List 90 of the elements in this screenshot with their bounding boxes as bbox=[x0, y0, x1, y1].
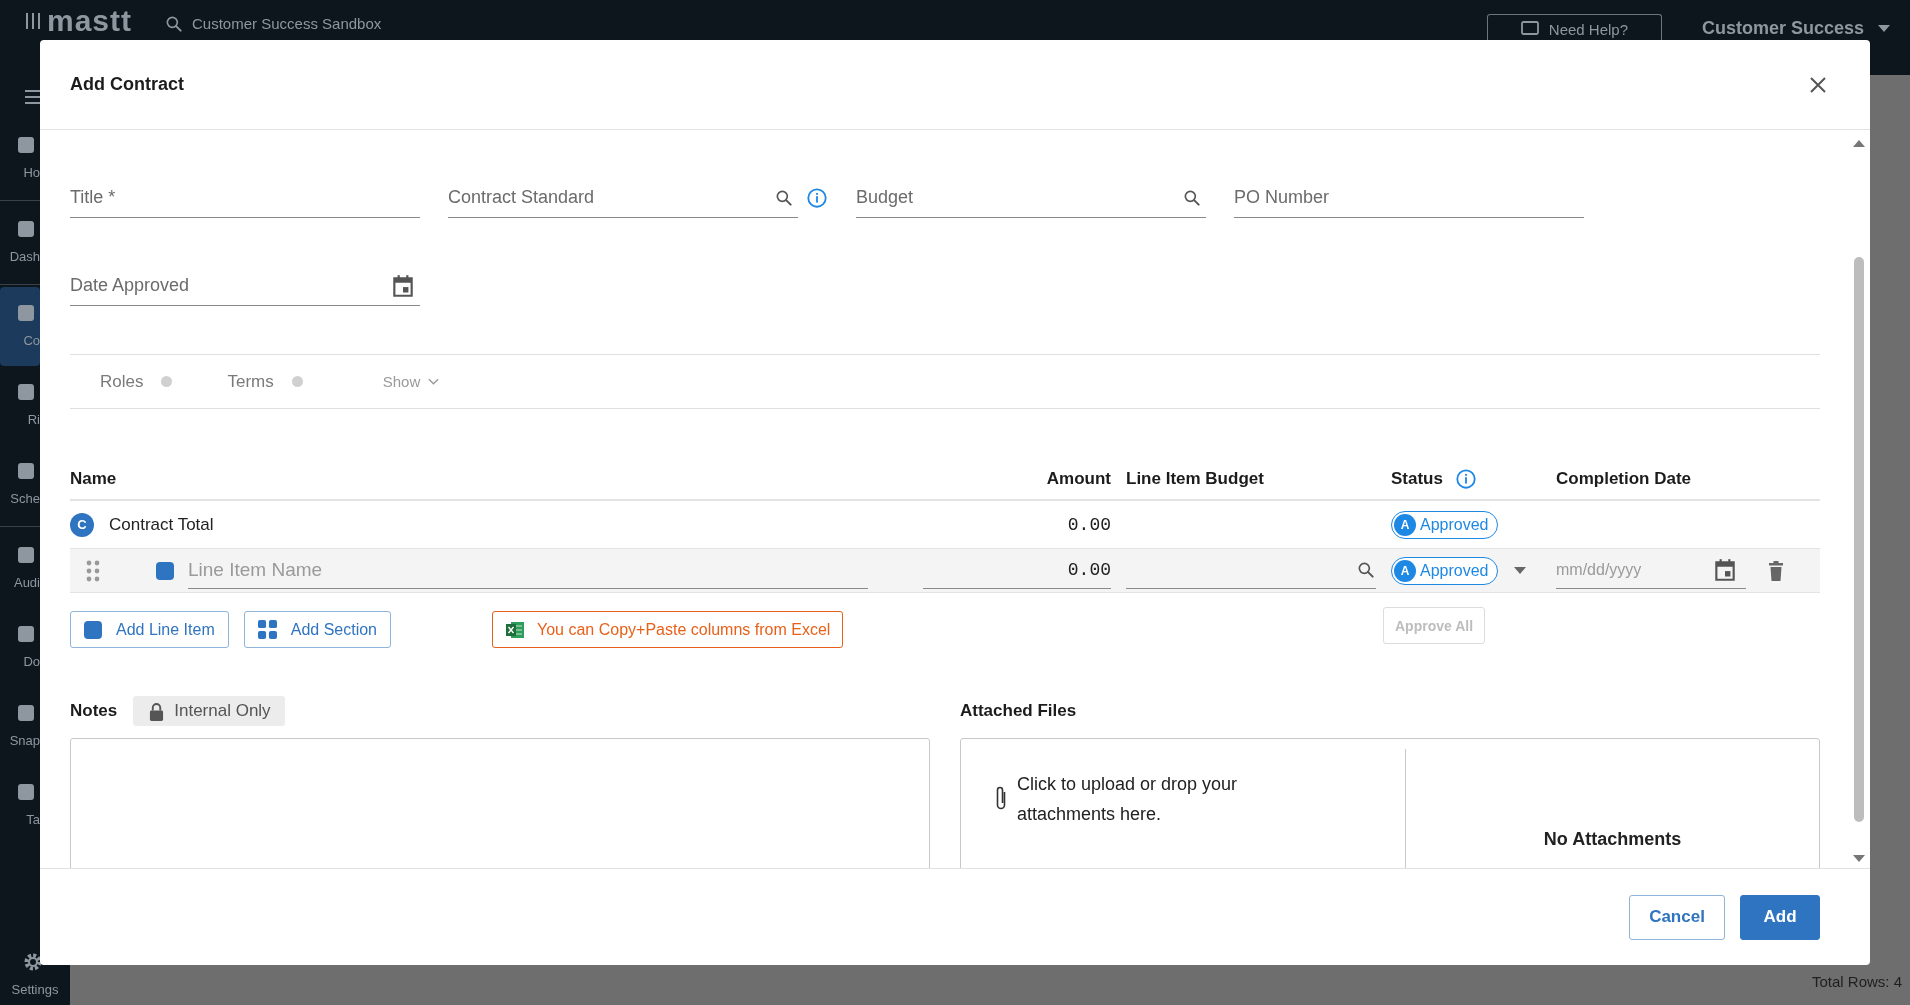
sidebar-item[interactable]: Ri bbox=[0, 366, 40, 445]
column-header: Amount bbox=[1046, 469, 1111, 489]
column-header: Name bbox=[70, 469, 117, 489]
calendar-icon bbox=[1712, 557, 1738, 583]
input-field[interactable]: Title * bbox=[70, 178, 420, 218]
square-icon bbox=[84, 620, 102, 639]
add-button[interactable]: Add bbox=[1740, 894, 1820, 940]
status-chip[interactable]: A Approved bbox=[1391, 556, 1498, 585]
menu-icon[interactable] bbox=[25, 90, 41, 104]
dialog-title: Add Contract bbox=[70, 74, 184, 95]
text-input[interactable]: Budget bbox=[856, 187, 1182, 208]
row-name: Contract Total bbox=[109, 514, 214, 535]
input-field[interactable]: Contract Standard bbox=[448, 178, 798, 218]
visibility-chip[interactable]: Internal Only bbox=[133, 696, 285, 726]
nav-icon bbox=[16, 219, 36, 239]
tab[interactable]: Roles bbox=[100, 367, 173, 396]
column-header: Status bbox=[1391, 469, 1443, 489]
search-icon bbox=[1356, 560, 1376, 580]
status-chip[interactable]: A Approved bbox=[1391, 510, 1498, 539]
text-input[interactable]: Line Item Name bbox=[188, 559, 868, 581]
nav-icon bbox=[16, 782, 36, 802]
nav-icon bbox=[16, 703, 36, 723]
chevron-icon bbox=[428, 377, 440, 386]
logo: mastt bbox=[47, 5, 133, 37]
status-avatar: A bbox=[1394, 513, 1416, 536]
input-field[interactable]: PO Number bbox=[1234, 178, 1584, 218]
sidebar-item[interactable]: Sche bbox=[0, 445, 40, 524]
empty-message: No Attachments bbox=[1543, 829, 1682, 851]
workspace-name: Customer Success Sandbox bbox=[192, 15, 382, 33]
upload-text: Click to upload or drop your attachments here. bbox=[1017, 773, 1239, 826]
amount: 0.00 bbox=[1067, 514, 1111, 535]
sidebar-item[interactable]: Ho bbox=[0, 119, 40, 198]
hint-text: You can Copy+Paste columns from Excel bbox=[537, 620, 831, 639]
column-header: Completion Date bbox=[1556, 469, 1692, 489]
sidebar-item[interactable]: Audi bbox=[0, 529, 40, 608]
info-icon bbox=[1454, 468, 1477, 490]
nav-icon bbox=[16, 303, 36, 323]
text-input[interactable]: Contract Standard bbox=[448, 187, 774, 208]
date-field[interactable]: mm/dd/yyyy bbox=[1556, 552, 1746, 589]
lock-icon bbox=[149, 701, 165, 721]
line-item-icon bbox=[156, 561, 174, 580]
nav-icon bbox=[16, 461, 36, 481]
cancel-button[interactable]: Cancel bbox=[1629, 894, 1725, 940]
scroll-thumb[interactable] bbox=[1854, 257, 1864, 822]
row-avatar: C bbox=[70, 512, 94, 537]
nav-icon bbox=[16, 135, 36, 155]
settings-icon bbox=[23, 952, 43, 972]
scroll-down-icon bbox=[1853, 855, 1865, 862]
upload-area[interactable]: Click to upload or drop your attachments here. bbox=[961, 749, 1406, 868]
date-field[interactable]: Date Approved bbox=[70, 266, 420, 306]
sidebar-item[interactable]: Co bbox=[0, 287, 40, 366]
total-rows: Total Rows: 4 bbox=[1811, 973, 1902, 991]
input-field[interactable]: Budget bbox=[856, 178, 1206, 218]
status-dot bbox=[161, 376, 173, 387]
spreadsheet-icon bbox=[505, 620, 525, 639]
chat-icon bbox=[1520, 21, 1539, 37]
text-input[interactable]: Title * bbox=[70, 187, 420, 208]
status-dot bbox=[291, 376, 303, 387]
text-input[interactable]: Date Approved bbox=[70, 275, 390, 296]
sidebar-item[interactable]: Dash bbox=[0, 203, 40, 282]
calendar-icon[interactable] bbox=[390, 272, 416, 299]
section-title: Notes bbox=[70, 701, 118, 721]
delete-icon[interactable] bbox=[1767, 560, 1784, 581]
add-button[interactable]: Add Section bbox=[243, 611, 391, 648]
text-input[interactable]: mm/dd/yyyy bbox=[1556, 561, 1712, 579]
add-button[interactable]: Add Line Item bbox=[70, 611, 229, 648]
logo-mark-icon bbox=[26, 13, 40, 29]
caret-icon[interactable] bbox=[1513, 567, 1526, 574]
text-input[interactable]: PO Number bbox=[1234, 187, 1584, 208]
nav-icon bbox=[16, 624, 36, 644]
amount-field[interactable]: 0.00 bbox=[923, 552, 1111, 589]
settings-item[interactable]: Settings bbox=[0, 936, 70, 1005]
sidebar-item[interactable]: Ta bbox=[0, 766, 40, 845]
sidebar-item[interactable]: Snap bbox=[0, 687, 40, 766]
grid-icon bbox=[257, 620, 277, 639]
nav-icon bbox=[16, 382, 36, 402]
drag-handle-icon[interactable] bbox=[86, 559, 100, 582]
status-avatar: A bbox=[1394, 559, 1416, 582]
account-name[interactable]: Customer Success bbox=[1701, 18, 1864, 38]
caret-icon bbox=[1878, 24, 1890, 32]
tab[interactable]: Terms bbox=[227, 367, 303, 396]
search-icon bbox=[164, 14, 185, 34]
scroll-up-icon bbox=[1853, 140, 1865, 147]
sidebar-item[interactable]: Do bbox=[0, 608, 40, 687]
column-header: Line Item Budget bbox=[1126, 469, 1264, 489]
input-field[interactable]: Line Item Name bbox=[188, 552, 868, 589]
paperclip-icon bbox=[995, 785, 1007, 811]
nav-icon bbox=[16, 545, 36, 565]
notes-field[interactable] bbox=[70, 738, 930, 868]
section-title: Attached Files bbox=[960, 701, 1077, 721]
